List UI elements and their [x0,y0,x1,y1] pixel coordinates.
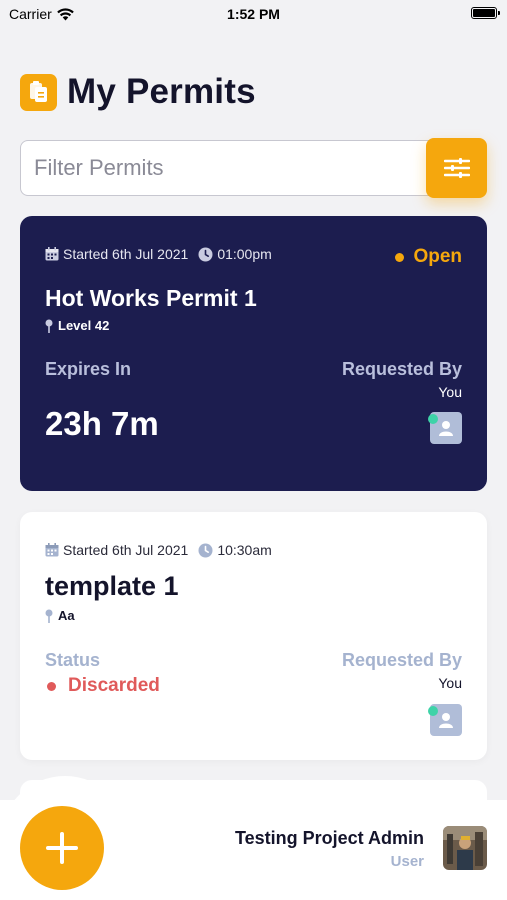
user-avatar[interactable] [443,826,487,870]
status-label: Discarded [68,675,160,696]
filter-bar [20,138,487,198]
page-header: My Permits [20,72,256,112]
online-indicator [428,414,438,424]
permit-title: Hot Works Permit 1 [45,285,257,311]
calendar-icon [45,543,59,557]
permit-meta: Started 6th Jul 2021 01:00pm [45,246,272,262]
clipboard-icon [20,73,57,111]
permit-start-time: 10:30am [217,542,272,558]
permit-title: template 1 [45,571,179,601]
expires-value: 23h 7m [45,405,159,442]
user-name: Testing Project Admin [234,828,424,848]
online-indicator [428,706,438,716]
permit-location: Aa [45,608,75,623]
calendar-icon [45,247,59,261]
location-pin-icon [45,319,53,333]
user-role: User [390,853,424,870]
permit-card[interactable]: Started 6th Jul 2021 01:00pm Open Hot Wo… [20,216,487,491]
requested-by-label: Requested By [341,650,462,670]
plus-icon [46,832,78,864]
permit-location: Level 42 [45,318,109,333]
sliders-icon [443,158,470,178]
status-bar: Carrier 1:52 PM [0,0,507,28]
location-label: Level 42 [58,318,110,333]
status-badge: Discarded [47,675,160,697]
status-badge: Open [395,246,462,268]
permit-meta: Started 6th Jul 2021 10:30am [45,542,272,558]
status-dot [47,681,56,691]
requester-name: You [438,675,462,691]
add-permit-button[interactable] [20,806,104,890]
clock-icon [198,247,213,262]
status-dot [395,252,405,262]
requested-by-label: Requested By [341,359,462,379]
filter-options-button[interactable] [426,138,487,198]
permit-card[interactable]: Started 6th Jul 2021 10:30am template 1 … [20,512,487,760]
clock-icon [198,543,213,558]
requester-name: You [438,384,462,400]
expires-in-label: Expires In [45,359,132,379]
status-heading: Status [45,650,101,670]
location-label: Aa [58,608,75,623]
status-label: Open [413,246,462,267]
battery-icon [471,7,500,19]
page-title: My Permits [67,72,256,111]
requester-avatar [428,412,462,444]
permit-start-date: Started 6th Jul 2021 [63,246,189,262]
requester-avatar [428,704,462,736]
clock: 1:52 PM [227,6,280,22]
filter-permits-input[interactable] [20,140,440,196]
permit-start-time: 01:00pm [217,246,272,262]
permit-start-date: Started 6th Jul 2021 [63,542,189,558]
location-pin-icon [45,609,53,623]
